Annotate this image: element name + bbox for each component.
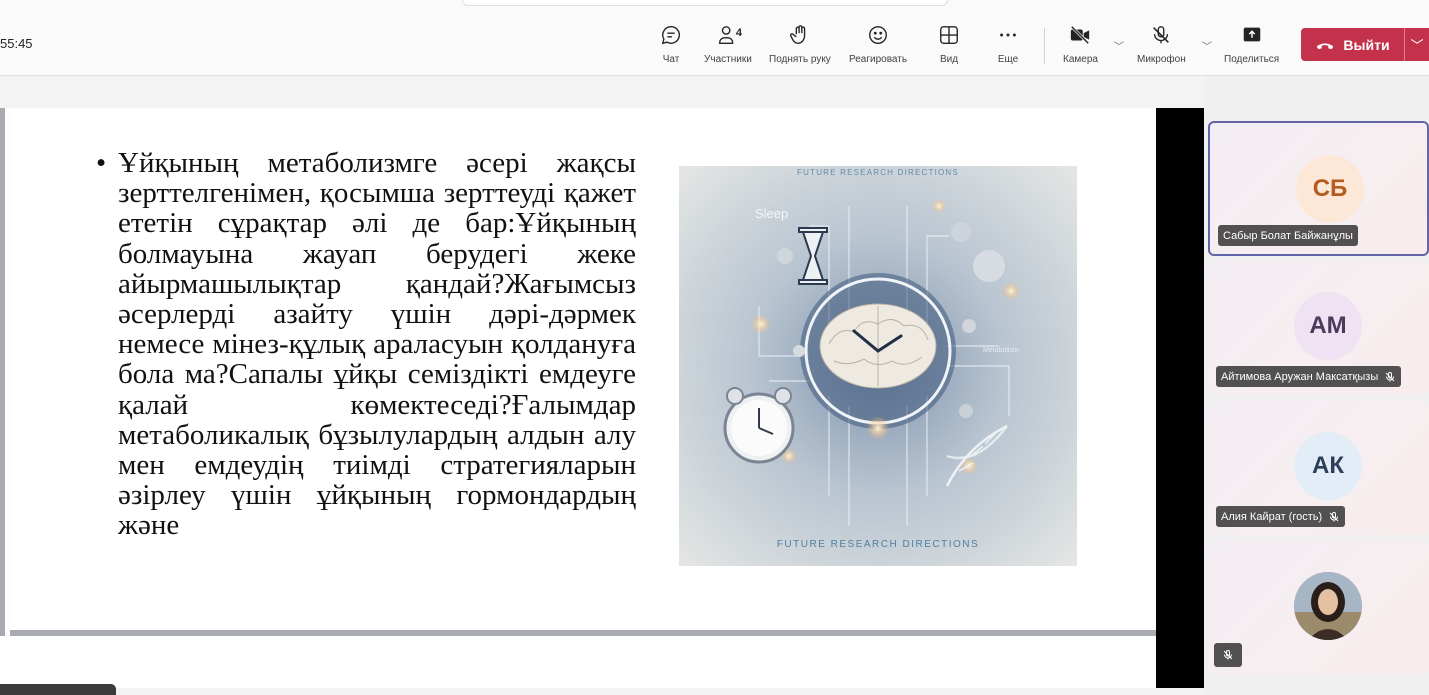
person-photo-icon [1294,572,1362,640]
leave-label: Выйти [1343,36,1390,53]
participant-tile[interactable]: АМ Айтимова Аружан Максатқызы [1208,260,1429,395]
screen-share-margin [1156,108,1204,688]
mic-off-icon [1223,650,1233,660]
participant-tile[interactable]: СБ Сабыр Болат Байжанұлы [1208,121,1429,256]
browser-strip [462,0,948,6]
mic-off-icon [1329,511,1339,521]
slide-frame [0,108,10,636]
participant-name: Айтимова Аружан Максатқызы [1221,370,1379,383]
smiley-icon [869,26,887,44]
slide-illustration: FUTURE RESEARCH DIRECTIONS Sleep Metabol… [679,166,1077,566]
view-label: Вид [939,54,959,65]
participants-button[interactable]: 4 Участники [704,22,752,70]
view-button[interactable]: Вид [936,22,962,70]
more-icon [1000,33,1016,37]
raise-hand-label: Поднять руку [769,54,831,65]
avatar-photo [1294,572,1362,640]
camera-label: Камера [1063,54,1098,65]
slide-bullet-list: Ұйқының метаболизмге әсері жақсы зерттел… [96,148,636,541]
microphone-button[interactable]: Микрофон [1137,22,1186,70]
phone-hangup-icon [1317,43,1334,49]
chat-label: Чат [662,54,680,65]
react-button[interactable]: Реагировать [849,22,907,70]
illustration-metabolism-label: Metabolism [983,347,1019,354]
toolbar-divider [1044,28,1045,64]
share-icon [1243,27,1260,42]
illustration-sleep-label: Sleep [755,206,788,221]
mic-options-chevron-icon[interactable]: ﹀ [1202,38,1212,53]
camera-button[interactable]: Камера [1063,22,1098,70]
participant-tile[interactable] [1208,540,1429,675]
share-button[interactable]: Поделиться [1224,22,1279,70]
participant-tile[interactable]: АК Алия Кайрат (гость) [1208,400,1429,535]
participants-count: 4 [735,27,743,39]
leave-button[interactable]: Выйти [1301,28,1404,61]
chat-icon [661,26,680,45]
illustration-bottom-caption: FUTURE RESEARCH DIRECTIONS [777,539,979,550]
illustration-top-caption: FUTURE RESEARCH DIRECTIONS [797,168,959,177]
slide-bullet: Ұйқының метаболизмге әсері жақсы зерттел… [96,148,636,541]
more-button[interactable]: Еще [995,22,1021,70]
avatar: АМ [1294,292,1362,360]
more-label: Еще [997,54,1019,65]
alarm-clock-icon [723,387,795,464]
microphone-label: Микрофон [1137,54,1186,65]
avatar: АК [1294,432,1362,500]
mic-off-icon [1153,26,1170,44]
participant-name-tag: Айтимова Аружан Максатқызы [1216,366,1402,387]
slide-lower-area [0,636,1156,688]
share-label: Поделиться [1224,54,1280,65]
chat-button[interactable]: Чат [658,22,684,70]
participant-name: Сабыр Болат Байжанұлы [1223,229,1353,242]
participant-name: Алия Кайрат (гость) [1221,510,1323,523]
leave-options-chevron-icon[interactable]: ﹀ [1404,28,1429,61]
participant-name-tag: Сабыр Болат Байжанұлы [1218,225,1358,246]
participant-mute-badge [1214,643,1242,667]
hand-icon [789,25,806,44]
avatar: СБ [1296,155,1364,223]
raise-hand-button[interactable]: Поднять руку [769,22,831,70]
camera-options-chevron-icon[interactable]: ﹀ [1114,38,1124,53]
mic-off-icon [1385,371,1395,381]
participant-name-tag: Алия Кайрат (гость) [1216,506,1346,527]
meeting-timer: 55:45 [0,36,33,51]
camera-off-icon [1071,25,1090,45]
presenter-name-tag [0,684,116,695]
slide-body-text: Ұйқының метаболизмге әсері жақсы зерттел… [96,148,636,630]
grid-icon [940,26,958,44]
participants-label: Участники [704,54,752,65]
meeting-toolbar: 55:45 Чат 4 Участники Поднять руку Реаги… [0,0,1429,76]
react-label: Реагировать [849,54,908,65]
